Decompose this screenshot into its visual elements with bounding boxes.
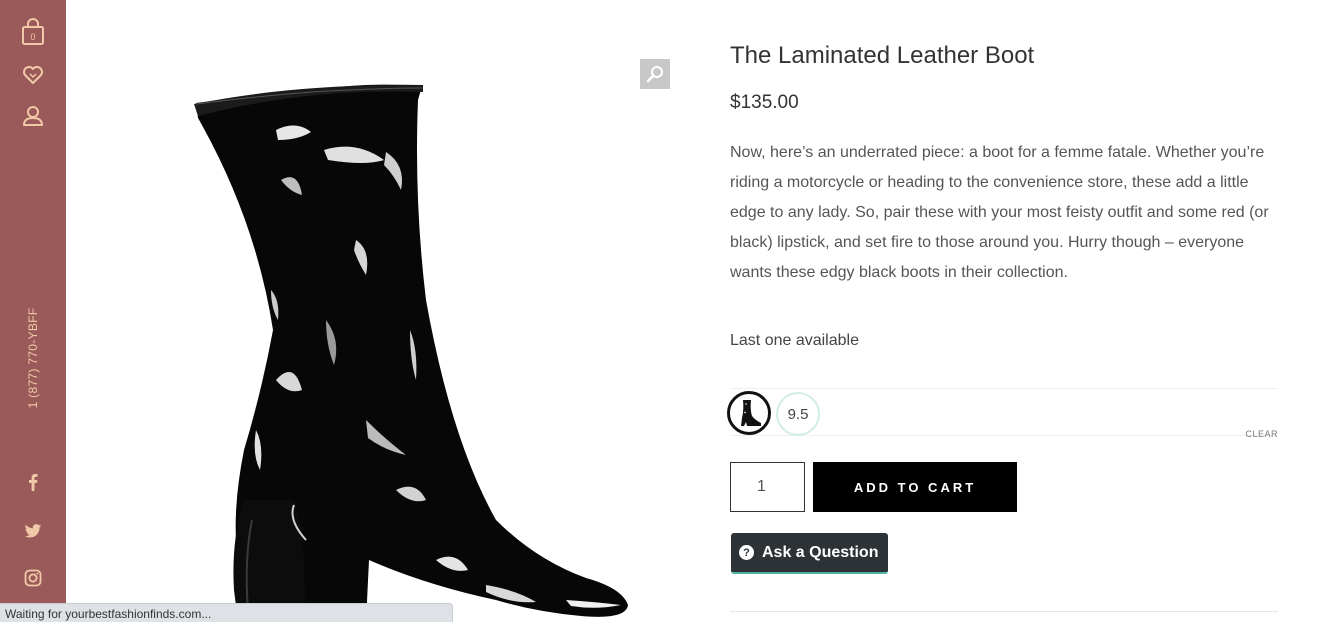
phone-number[interactable]: 1 (877) 770-YBFF [26, 308, 40, 409]
product-image-area [66, 0, 706, 622]
browser-status-bar: Waiting for yourbestfashionfinds.com... [0, 603, 453, 622]
product-description: Now, here’s an underrated piece: a boot … [730, 144, 1269, 281]
twitter-icon[interactable] [19, 517, 47, 545]
sidebar: 0 1 (877) 770-YBFF [0, 0, 66, 622]
account-user-icon[interactable] [19, 102, 47, 130]
wishlist-heart-icon[interactable] [19, 61, 47, 89]
product-title: The Laminated Leather Boot [730, 42, 1035, 69]
magnifier-icon [646, 66, 663, 83]
quantity-input[interactable] [730, 462, 805, 512]
question-icon: ? [739, 545, 754, 560]
cart-count: 0 [30, 32, 35, 42]
variant-swatches: 9.5 CLEAR [727, 388, 1278, 439]
ask-a-question-label: Ask a Question [762, 543, 879, 561]
instagram-icon[interactable] [19, 564, 47, 592]
boot-image[interactable] [66, 0, 706, 622]
facebook-icon[interactable] [19, 468, 47, 496]
zoom-button[interactable] [640, 59, 670, 89]
add-to-cart-button[interactable]: ADD TO CART [813, 462, 1017, 512]
cart-icon[interactable]: 0 [19, 18, 47, 46]
product-price: $135.00 [730, 92, 799, 113]
clear-selection-link[interactable]: CLEAR [1245, 429, 1278, 439]
boot-swatch-icon [741, 400, 761, 426]
size-swatch[interactable]: 9.5 [776, 392, 820, 436]
divider [730, 611, 1278, 612]
color-swatch-black-boot[interactable] [727, 391, 771, 435]
ask-a-question-button[interactable]: ? Ask a Question [731, 533, 889, 574]
stock-status: Last one available [730, 332, 859, 349]
